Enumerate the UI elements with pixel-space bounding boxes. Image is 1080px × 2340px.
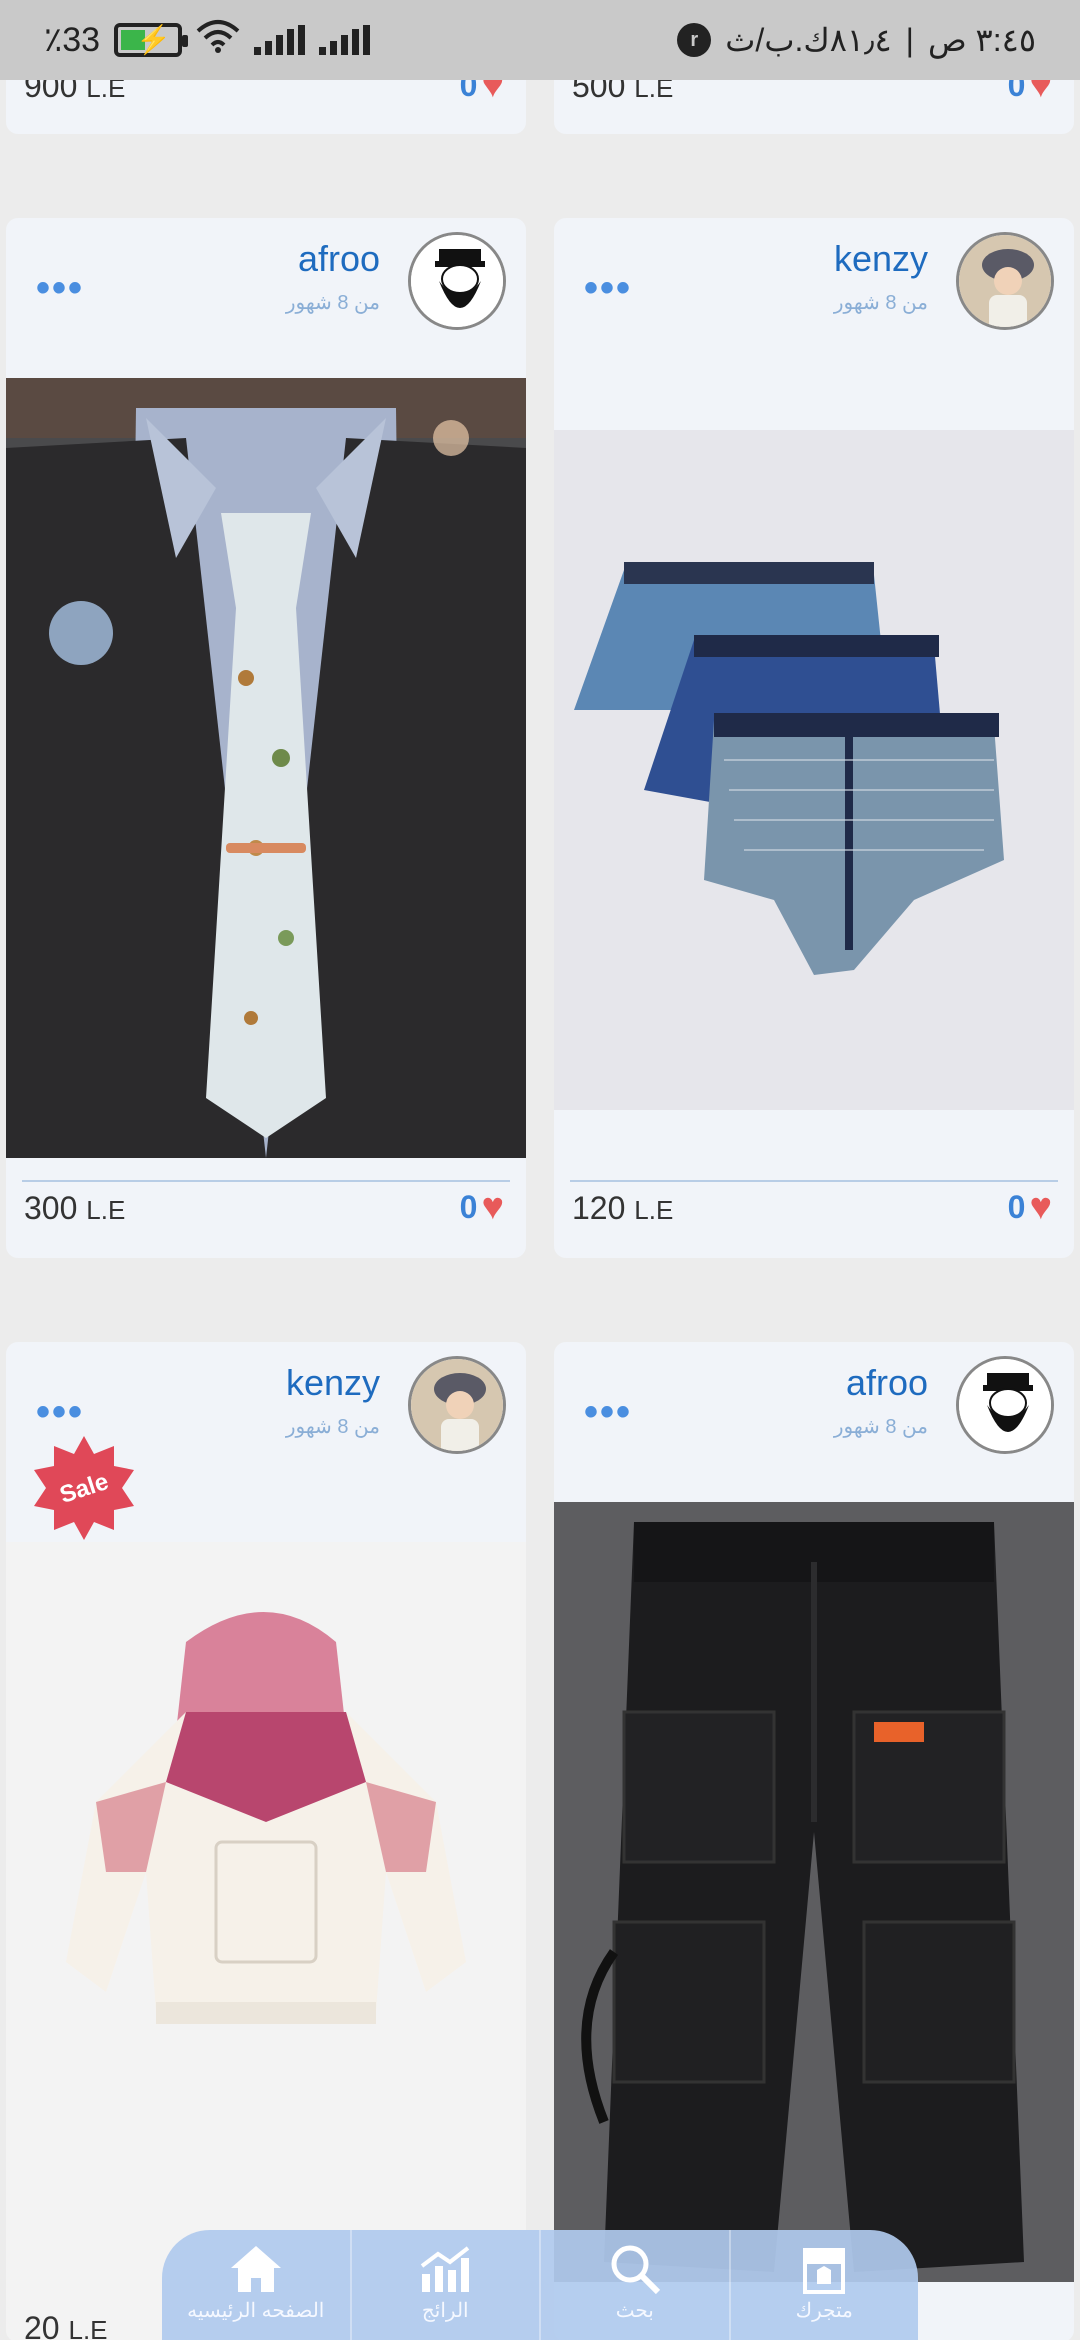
divider: [570, 1180, 1058, 1182]
signal-icon: [254, 25, 306, 55]
time-ago: من 8 شهور: [285, 292, 380, 314]
product-card[interactable]: afroo من 8 شهور •••: [554, 1342, 1074, 2340]
suit-tie-photo[interactable]: [6, 378, 526, 1158]
time-ago: من 8 شهور: [833, 1416, 928, 1438]
product-card[interactable]: kenzy من 8 شهور ••• Sale 20 L.E: [6, 1342, 526, 2340]
heart-icon: ♥: [1029, 1186, 1052, 1228]
nav-store[interactable]: متجرك: [731, 2230, 919, 2340]
clock: ٣:٤٥ ص: [927, 22, 1036, 58]
nav-label: الرائج: [421, 2300, 469, 2322]
search-icon: [611, 2245, 660, 2294]
trending-icon: [421, 2246, 470, 2292]
username[interactable]: afroo: [298, 238, 380, 280]
price: 20 L.E: [24, 2310, 108, 2340]
divider: [22, 1180, 510, 1182]
card-header: afroo من 8 شهور •••: [554, 1342, 1074, 1502]
time-ago: من 8 شهور: [833, 292, 928, 314]
username[interactable]: afroo: [846, 1362, 928, 1404]
boxers-photo[interactable]: [554, 430, 1074, 1110]
price: 300 L.E: [24, 1190, 126, 1226]
like-button[interactable]: 0 ♥: [460, 1188, 504, 1226]
product-card[interactable]: kenzy من 8 شهور ••• 120 L.E 0 ♥: [554, 218, 1074, 1258]
heart-icon: ♥: [481, 1186, 504, 1228]
nav-label: الصفحه الرئيسيه: [187, 2300, 325, 2322]
signal-icon: [319, 25, 371, 55]
network-speed: ٨١٫٤ك.ب/ث: [725, 22, 892, 58]
wifi-icon: [196, 19, 240, 62]
more-options-icon[interactable]: •••: [36, 1390, 84, 1435]
nav-search[interactable]: بحث: [541, 2230, 731, 2340]
username[interactable]: kenzy: [286, 1362, 380, 1404]
separator: |: [905, 21, 914, 58]
nav-trending[interactable]: الرائج: [352, 2230, 541, 2340]
sale-badge: Sale: [34, 1436, 134, 1540]
cargo-pants-photo[interactable]: [554, 1502, 1074, 2282]
more-options-icon[interactable]: •••: [36, 266, 84, 311]
circle-icon: r: [677, 23, 712, 57]
home-icon: [230, 2246, 281, 2292]
more-options-icon[interactable]: •••: [584, 266, 632, 311]
hoodie-photo[interactable]: [6, 1542, 526, 2340]
username[interactable]: kenzy: [834, 238, 928, 280]
store-icon: [803, 2248, 846, 2294]
status-left: ٪33 ⚡: [44, 0, 371, 80]
card-header: afroo من 8 شهور •••: [6, 218, 526, 378]
nav-home[interactable]: الصفحه الرئيسيه: [162, 2230, 352, 2340]
avatar[interactable]: [408, 232, 506, 330]
product-card[interactable]: afroo من 8 شهور ••• 300 L.E 0 ♥: [6, 218, 526, 1258]
avatar[interactable]: [956, 1356, 1054, 1454]
price: 120 L.E: [572, 1190, 674, 1226]
status-bar: ٪33 ⚡ r ٨١٫٤ك.ب/ث | ٣:٤٥ ص: [0, 0, 1080, 80]
avatar[interactable]: [408, 1356, 506, 1454]
more-options-icon[interactable]: •••: [584, 1390, 632, 1435]
battery-percent: ٪33: [44, 21, 101, 59]
card-header: kenzy من 8 شهور •••: [554, 218, 1074, 378]
battery-icon: ⚡: [114, 23, 189, 57]
avatar[interactable]: [956, 232, 1054, 330]
nav-label: متجرك: [795, 2300, 853, 2322]
like-button[interactable]: 0 ♥: [1008, 1188, 1052, 1226]
status-right: r ٨١٫٤ك.ب/ث | ٣:٤٥ ص: [677, 0, 1036, 80]
time-ago: من 8 شهور: [285, 1416, 380, 1438]
nav-label: بحث: [615, 2300, 654, 2322]
bottom-navigation: الصفحه الرئيسيه الرائج بحث متجرك: [162, 2230, 918, 2340]
